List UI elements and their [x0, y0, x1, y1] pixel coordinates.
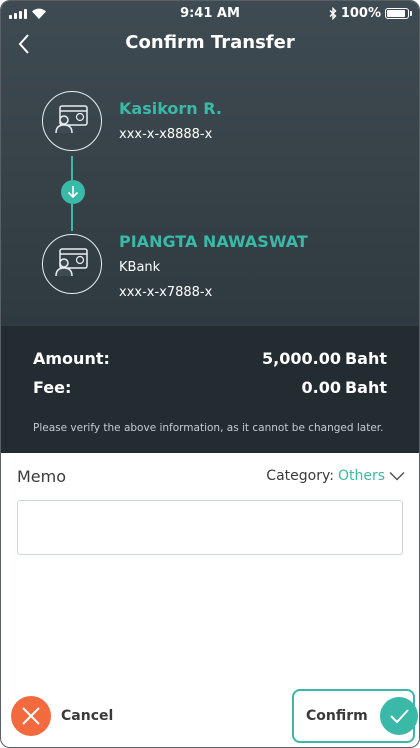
fee-value: 0.00 — [301, 378, 341, 397]
category-selector[interactable]: Category: Others — [266, 468, 405, 484]
receiver-name: PIANGTA NAWASWAT — [119, 232, 308, 251]
battery-percent: 100% — [340, 6, 381, 21]
fee-currency: Baht — [344, 378, 387, 397]
header-panel: 9:41 AM 100% Confirm Transfer Kasikorn R… — [1, 1, 419, 326]
battery-icon — [385, 8, 412, 19]
confirm-label: Confirm — [306, 708, 368, 724]
receiver-avatar-icon — [42, 234, 102, 294]
receiver-bank: KBank — [119, 260, 161, 275]
amount-value: 5,000.00 — [262, 349, 341, 368]
checkmark-icon — [379, 697, 418, 735]
sender-avatar-icon — [42, 91, 102, 151]
category-label: Category: — [266, 468, 334, 484]
connector-line — [71, 156, 73, 180]
confirm-button[interactable]: Confirm — [292, 689, 418, 743]
transfer-screen: 9:41 AM 100% Confirm Transfer Kasikorn R… — [0, 0, 420, 748]
status-bar: 9:41 AM 100% — [1, 5, 419, 25]
cancel-button[interactable]: Cancel — [11, 695, 131, 737]
cancel-label: Cancel — [61, 708, 114, 724]
category-value: Others — [337, 468, 385, 484]
receiver-account: xxx-x-x7888-x — [119, 285, 213, 300]
memo-label: Memo — [17, 467, 67, 486]
sender-name: Kasikorn R. — [119, 99, 222, 118]
close-icon — [11, 696, 51, 736]
page-title: Confirm Transfer — [125, 32, 295, 53]
verify-note: Please verify the above information, as … — [33, 422, 384, 434]
chevron-down-icon — [389, 471, 405, 481]
memo-input[interactable] — [17, 500, 403, 555]
connector-line — [71, 204, 73, 231]
amount-currency: Baht — [344, 349, 387, 368]
status-right: 100% — [329, 6, 412, 21]
fee-label: Fee: — [33, 378, 72, 397]
bluetooth-icon — [329, 7, 337, 20]
amount-label: Amount: — [33, 349, 110, 368]
arrow-down-icon — [61, 180, 85, 204]
sender-account: xxx-x-x8888-x — [119, 127, 213, 142]
